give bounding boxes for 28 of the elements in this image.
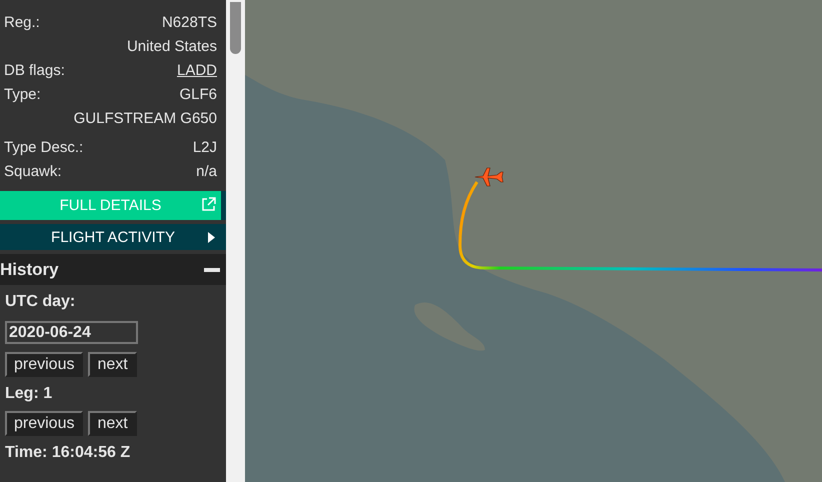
- history-header[interactable]: History: [0, 254, 226, 285]
- field-value: United States: [126, 38, 217, 54]
- day-label: UTC day:: [5, 293, 76, 311]
- field-value: GULFSTREAM G650: [74, 110, 217, 126]
- field-value: n/a: [196, 162, 217, 180]
- next-leg-button[interactable]: next: [88, 411, 137, 436]
- external-link-icon: [201, 197, 216, 212]
- collapse-icon[interactable]: [204, 268, 220, 272]
- scrollbar-thumb[interactable]: [230, 2, 241, 54]
- next-day-button[interactable]: next: [88, 352, 137, 377]
- field-value: GLF6: [179, 86, 217, 102]
- field-label: Type:: [4, 86, 41, 102]
- date-field[interactable]: 2020-06-24: [5, 321, 138, 344]
- leg-label: Leg: 1: [5, 385, 54, 403]
- field-label: Squawk:: [4, 162, 62, 180]
- time-label: Time: 16:04:56 Z: [5, 444, 132, 462]
- previous-day-button[interactable]: previous: [5, 352, 84, 377]
- flag-link[interactable]: LADD: [176, 62, 217, 78]
- previous-leg-button[interactable]: previous: [5, 411, 84, 436]
- flight-activity-button[interactable]: FLIGHT ACTIVITY: [0, 224, 226, 250]
- field-label: Reg.:: [4, 14, 40, 30]
- caret-icon: [208, 232, 215, 243]
- field-value: N628TS: [162, 14, 217, 30]
- airplane-icon: [474, 168, 504, 186]
- field-label: DB flags:: [4, 62, 65, 78]
- history-title: History: [0, 260, 59, 280]
- field-label: Type Desc.:: [4, 138, 84, 156]
- field-value: L2J: [192, 138, 217, 156]
